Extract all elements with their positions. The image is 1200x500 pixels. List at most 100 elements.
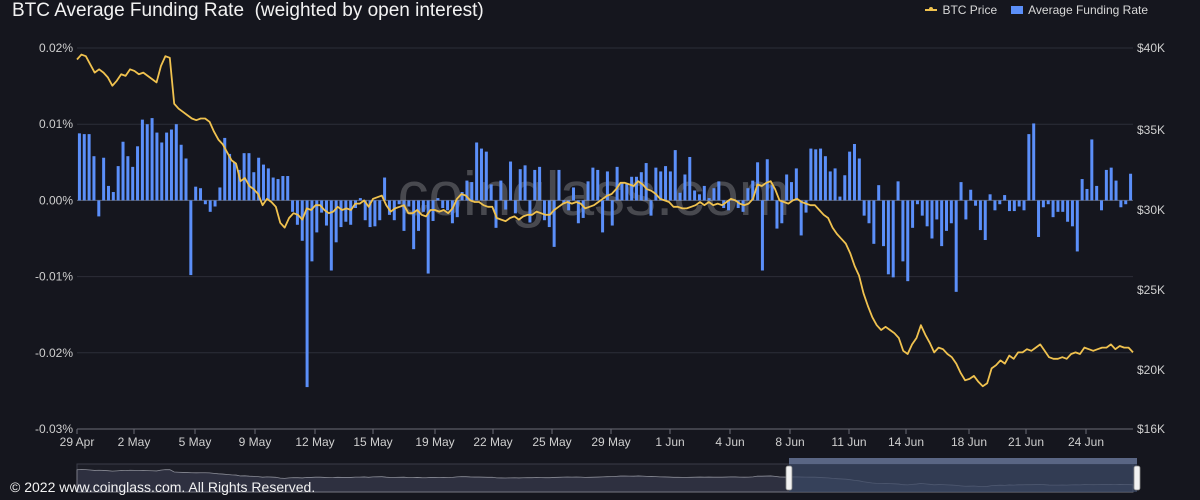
funding-bar (857, 158, 861, 201)
funding-bar (455, 200, 459, 218)
funding-bar (155, 132, 159, 201)
left-axis-tick-label: 0.00% (39, 193, 73, 207)
funding-bar (581, 200, 585, 218)
funding-bar (848, 151, 852, 201)
funding-bar (169, 129, 173, 201)
funding-bar (1119, 200, 1123, 208)
funding-bar (1066, 200, 1070, 222)
funding-bar (1041, 200, 1045, 208)
navigator-selection[interactable] (789, 464, 1137, 492)
funding-bar (513, 200, 517, 214)
funding-bar (92, 156, 96, 201)
funding-bar (620, 182, 624, 201)
x-axis-tick-label: 12 May (295, 435, 334, 449)
copyright-notice: © 2022 www.coinglass.com. All Rights Res… (10, 479, 316, 495)
navigator-scrollbar[interactable] (789, 458, 1137, 464)
funding-bar (949, 200, 953, 224)
funding-bar (945, 200, 948, 231)
funding-bar (586, 181, 590, 201)
x-axis-tick-label: 8 Jun (775, 435, 804, 449)
funding-bar (969, 189, 973, 201)
funding-bar (741, 200, 745, 212)
funding-bar (760, 200, 764, 271)
funding-bar (538, 166, 542, 201)
funding-bar (1012, 200, 1016, 212)
funding-bar (397, 200, 401, 205)
funding-bar (688, 156, 692, 201)
funding-bar (1027, 134, 1031, 201)
funding-bar (131, 166, 135, 201)
right-axis-tick-label: $20K (1137, 363, 1165, 377)
funding-bar (1114, 180, 1118, 201)
funding-bar (441, 200, 445, 209)
right-axis-tick-label: $16K (1137, 422, 1165, 436)
funding-bar (959, 182, 963, 201)
funding-bar (780, 200, 784, 224)
funding-bar (1022, 200, 1026, 211)
funding-bar (446, 200, 450, 211)
funding-bar (712, 188, 716, 201)
funding-bar (417, 200, 420, 231)
funding-bar (523, 165, 527, 201)
funding-bar (823, 156, 827, 201)
x-axis-tick-label: 1 Jun (655, 435, 684, 449)
funding-bar (974, 200, 978, 206)
left-axis-tick-label: -0.01% (35, 270, 73, 284)
funding-bar (276, 179, 280, 201)
funding-bar (1003, 195, 1007, 201)
funding-bar (1095, 185, 1099, 201)
funding-bar (533, 169, 537, 201)
funding-bar (702, 185, 706, 201)
funding-bar (291, 200, 295, 212)
funding-bar (644, 163, 648, 201)
funding-bar (295, 200, 299, 225)
funding-bar (906, 200, 910, 282)
funding-bar (625, 183, 629, 201)
funding-bar (935, 200, 939, 220)
funding-bar (126, 156, 130, 201)
funding-bar (998, 200, 1002, 205)
funding-bar (596, 169, 600, 201)
x-axis-tick-label: 9 May (239, 435, 272, 449)
funding-bar (489, 184, 493, 201)
funding-bar (789, 182, 793, 201)
x-axis-tick-label: 14 Jun (888, 435, 924, 449)
right-axis-tick-label: $40K (1137, 41, 1165, 55)
funding-bar (925, 200, 929, 227)
funding-bar (242, 153, 246, 201)
funding-bar (475, 142, 479, 201)
funding-bar (634, 176, 638, 201)
navigator-handle[interactable] (1133, 465, 1141, 491)
funding-bar (344, 200, 348, 222)
chart-canvas: coinglass.com 0.02%0.01%0.00%-0.01%-0.02… (35, 41, 1165, 493)
funding-bar (659, 171, 663, 201)
x-axis-tick-label: 29 May (591, 435, 630, 449)
funding-bar (213, 200, 217, 207)
funding-bar (615, 166, 619, 201)
funding-bar (978, 200, 982, 231)
funding-bar (145, 124, 149, 201)
x-axis-tick-label: 25 May (532, 435, 571, 449)
funding-bar (281, 176, 285, 201)
x-axis-tick-label: 24 Jun (1068, 435, 1104, 449)
x-axis-tick-label: 29 Apr (60, 435, 95, 449)
funding-bar (601, 200, 605, 233)
funding-bar (504, 200, 508, 210)
funding-bar (746, 188, 750, 201)
funding-bar (954, 200, 958, 292)
funding-bar (668, 171, 672, 201)
funding-bar (232, 162, 236, 201)
funding-bar (552, 200, 556, 247)
funding-bar (1017, 200, 1021, 207)
funding-bar (136, 146, 140, 201)
funding-bar (150, 118, 154, 201)
funding-bar (993, 200, 997, 211)
funding-bar (819, 148, 823, 201)
navigator-handle[interactable] (785, 465, 793, 491)
left-axis-tick-label: -0.03% (35, 422, 73, 436)
funding-bar (247, 153, 251, 201)
funding-bar (252, 172, 256, 201)
funding-bar (911, 200, 915, 228)
funding-bar (228, 153, 232, 201)
funding-bar (673, 150, 677, 201)
